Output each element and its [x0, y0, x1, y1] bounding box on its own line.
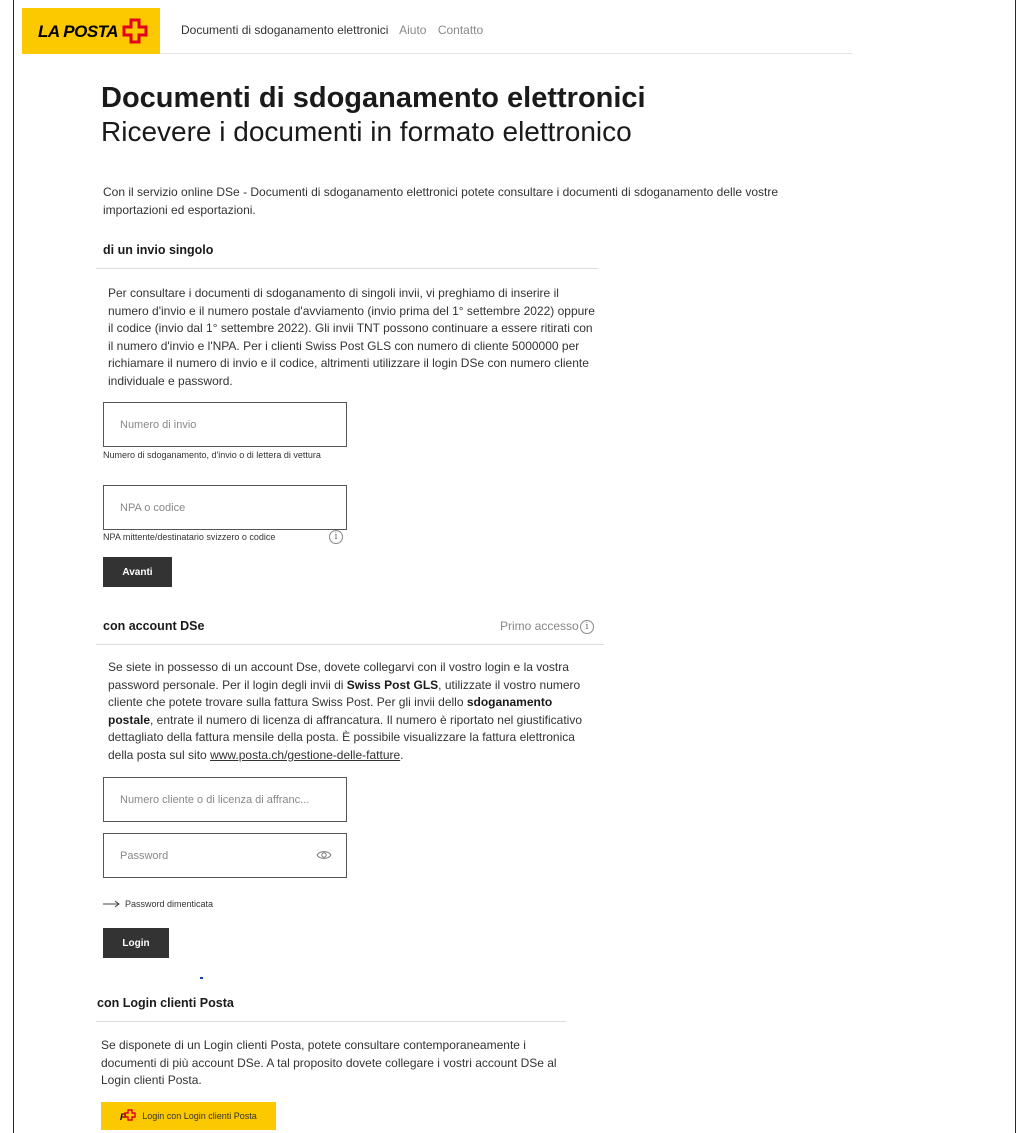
post-customer-login-button[interactable]: P Login con Login clienti Posta	[101, 1102, 276, 1130]
site-header: LA POSTA Documenti di sdoganamento elett…	[22, 8, 852, 54]
section-title-single: di un invio singolo	[103, 243, 214, 257]
divider-single	[96, 268, 598, 269]
eye-icon[interactable]	[316, 849, 332, 861]
nav-item-documents[interactable]: Documenti di sdoganamento elettronici	[181, 23, 388, 37]
info-icon[interactable]: i	[580, 620, 594, 634]
shipment-number-input[interactable]	[104, 403, 346, 446]
npa-code-hint: NPA mittente/destinatario svizzero o cod…	[103, 532, 276, 542]
nav-item-help[interactable]: Aiuto	[399, 23, 426, 37]
customer-number-input[interactable]	[104, 778, 346, 821]
forgot-password-label: Password dimenticata	[125, 899, 214, 909]
post-login-description: Se disponete di un Login clienti Posta, …	[101, 1038, 557, 1088]
customer-number-field[interactable]	[103, 777, 347, 822]
section-title-account: con account DSe	[103, 619, 205, 633]
npa-code-field[interactable]	[103, 485, 347, 530]
page-title: Documenti di sdoganamento elettronici	[101, 82, 646, 114]
page-subtitle: Ricevere i documenti in formato elettron…	[101, 116, 632, 147]
post-customer-login-label: Login con Login clienti Posta	[142, 1111, 257, 1121]
swiss-post-cross-icon	[122, 18, 148, 44]
main-nav: Documenti di sdoganamento elettronici Ai…	[181, 23, 491, 37]
divider-account	[96, 644, 604, 645]
info-icon[interactable]: i	[329, 530, 343, 544]
logo-text: LA POSTA	[38, 22, 119, 41]
login-button[interactable]: Login	[103, 928, 169, 958]
decorative-dot	[200, 977, 203, 979]
intro-text: Con il servizio online DSe - Documenti d…	[103, 185, 779, 217]
password-input[interactable]	[104, 834, 346, 877]
arrow-right-icon	[103, 900, 120, 908]
forgot-password-link[interactable]: Password dimenticata	[103, 899, 213, 909]
account-bold-gls: Swiss Post GLS	[346, 677, 439, 692]
single-description: Per consultare i documenti di sdoganamen…	[108, 286, 595, 388]
npa-code-input[interactable]	[104, 486, 346, 529]
account-description: Se siete in possesso di un account Dse, …	[108, 659, 598, 765]
first-access-link[interactable]: Primo accesso	[500, 619, 579, 633]
invoice-management-link[interactable]: www.posta.ch/gestione-delle-fatture	[210, 748, 400, 762]
nav-item-contact[interactable]: Contatto	[438, 23, 483, 37]
swiss-post-logo-icon: P	[120, 1109, 136, 1122]
window-border-right	[1015, 0, 1016, 1133]
section-title-post-login: con Login clienti Posta	[97, 996, 234, 1010]
account-text-4: .	[400, 747, 404, 762]
next-button[interactable]: Avanti	[103, 557, 172, 587]
password-field[interactable]	[103, 833, 347, 878]
shipment-number-field[interactable]	[103, 402, 347, 447]
shipment-number-hint: Numero di sdoganamento, d'invio o di let…	[103, 450, 321, 460]
logo[interactable]: LA POSTA	[22, 8, 160, 54]
divider-post-login	[96, 1021, 566, 1022]
window-border-left	[13, 0, 14, 1133]
